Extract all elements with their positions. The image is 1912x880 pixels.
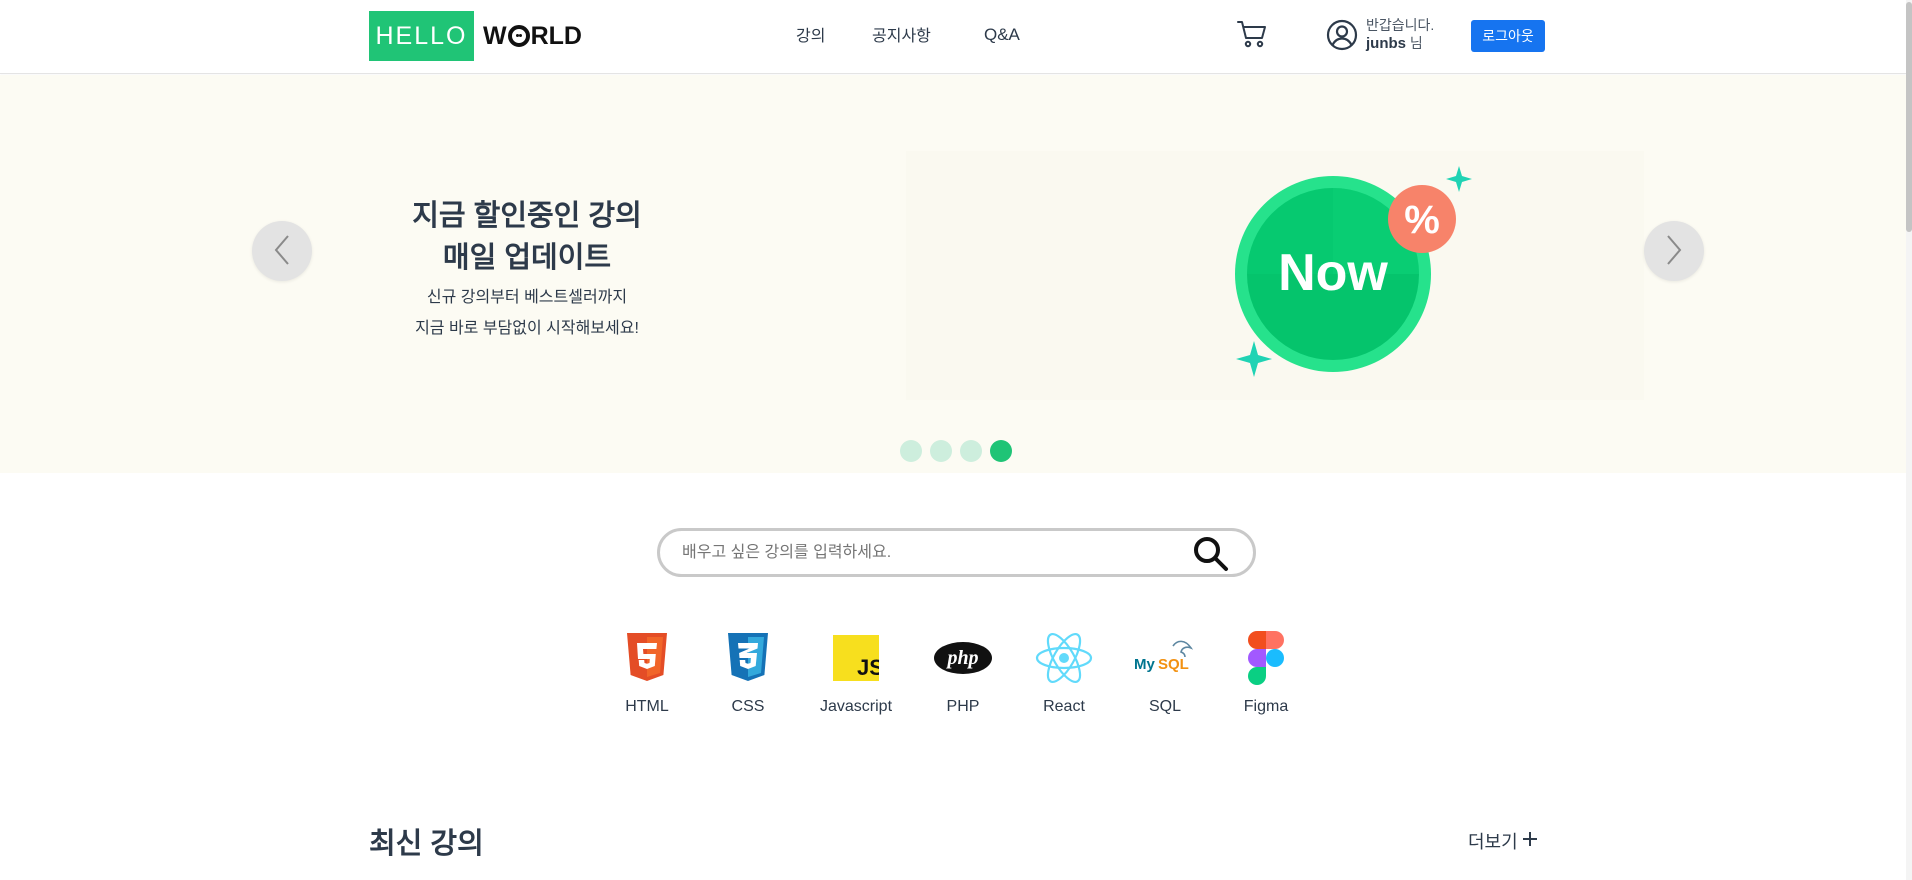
hero-badge-percent: % <box>1404 198 1440 242</box>
scrollbar-thumb[interactable] <box>1906 2 1912 232</box>
hero-badge-text: Now <box>1278 244 1388 302</box>
carousel-dot-4[interactable] <box>990 440 1012 462</box>
carousel-dot-3[interactable] <box>960 440 982 462</box>
sparkle-icon-top <box>1446 166 1472 192</box>
category-react[interactable]: React <box>1014 630 1114 716</box>
nav-qna[interactable]: Q&A <box>984 25 1020 45</box>
carousel-dot-1[interactable] <box>900 440 922 462</box>
cart-icon[interactable] <box>1236 18 1268 50</box>
logout-button[interactable]: 로그아웃 <box>1471 20 1545 52</box>
more-label: 더보기 <box>1468 832 1518 852</box>
search-button[interactable] <box>1191 534 1231 574</box>
category-sql[interactable]: My SQL SQL <box>1115 630 1215 716</box>
php-icon: php <box>931 630 995 686</box>
category-label: Javascript <box>819 698 893 715</box>
hero-subtitle: 신규 강의부터 베스트셀러까지 지금 바로 부담없이 시작해보세요! <box>380 282 674 344</box>
hero-title-line1: 지금 할인중인 강의 <box>412 200 642 232</box>
logo-face-icon <box>507 25 530 47</box>
svg-text:JS: JS <box>857 655 879 680</box>
chevron-left-icon <box>273 234 291 269</box>
category-label: SQL <box>1148 698 1181 715</box>
chevron-right-icon <box>1665 234 1683 269</box>
user-greeting: 반갑습니다. junbs 님 <box>1366 16 1434 53</box>
page-scrollbar[interactable] <box>1906 0 1912 880</box>
category-label: CSS <box>731 698 765 715</box>
search-icon <box>1191 537 1231 577</box>
search-bar <box>657 528 1256 577</box>
hero-sub-line2: 지금 바로 부담없이 시작해보세요! <box>415 320 639 337</box>
css3-icon <box>716 630 780 686</box>
more-link[interactable]: 더보기 <box>1468 828 1538 854</box>
category-javascript[interactable]: JS Javascript <box>806 630 906 716</box>
category-figma[interactable]: Figma <box>1216 630 1316 716</box>
category-label: Figma <box>1243 698 1289 715</box>
logo-world: W RLD <box>483 22 582 51</box>
category-php[interactable]: php PHP <box>913 630 1013 716</box>
hero-banner-image: Now % <box>906 151 1644 400</box>
category-label: HTML <box>625 698 669 715</box>
react-icon <box>1032 630 1096 686</box>
mysql-icon: My SQL <box>1133 630 1197 686</box>
html5-icon <box>615 630 679 686</box>
carousel-dot-2[interactable] <box>930 440 952 462</box>
user-avatar-icon[interactable] <box>1326 19 1358 51</box>
site-header: HELLO W RLD 강의 공지사항 Q&A 반갑습니다. junbs 님 로그… <box>0 0 1912 74</box>
category-label: PHP <box>946 698 980 715</box>
hero-title: 지금 할인중인 강의 매일 업데이트 <box>380 195 674 279</box>
greeting-text: 반갑습니다. <box>1366 17 1435 33</box>
category-html[interactable]: HTML <box>597 630 697 716</box>
javascript-icon: JS <box>824 630 888 686</box>
svg-text:My: My <box>1134 656 1155 673</box>
hero-carousel: 지금 할인중인 강의 매일 업데이트 신규 강의부터 베스트셀러까지 지금 바로… <box>0 75 1912 473</box>
sparkle-icon-bottom <box>1236 341 1272 377</box>
carousel-next-button[interactable] <box>1644 221 1704 281</box>
category-css[interactable]: CSS <box>698 630 798 716</box>
nav-lectures[interactable]: 강의 <box>796 22 825 46</box>
hero-title-line2: 매일 업데이트 <box>442 242 612 274</box>
hero-sub-line1: 신규 강의부터 베스트셀러까지 <box>426 289 628 306</box>
site-logo[interactable]: HELLO W RLD <box>369 11 582 61</box>
svg-text:SQL: SQL <box>1158 656 1189 673</box>
logo-world-rest: RLD <box>530 21 582 50</box>
figma-icon <box>1234 630 1298 686</box>
carousel-prev-button[interactable] <box>252 221 312 281</box>
latest-lectures-title: 최신 강의 <box>369 828 484 860</box>
carousel-indicators <box>900 440 1012 462</box>
plus-icon <box>1522 831 1538 852</box>
category-label: React <box>1043 698 1085 715</box>
nav-notices[interactable]: 공지사항 <box>872 22 931 46</box>
honorific: 님 <box>1409 35 1423 51</box>
svg-text:php: php <box>945 647 978 669</box>
username: junbs <box>1366 35 1406 52</box>
search-input[interactable] <box>682 540 1162 566</box>
logo-world-w: W <box>483 21 507 50</box>
logo-hello: HELLO <box>369 11 474 61</box>
